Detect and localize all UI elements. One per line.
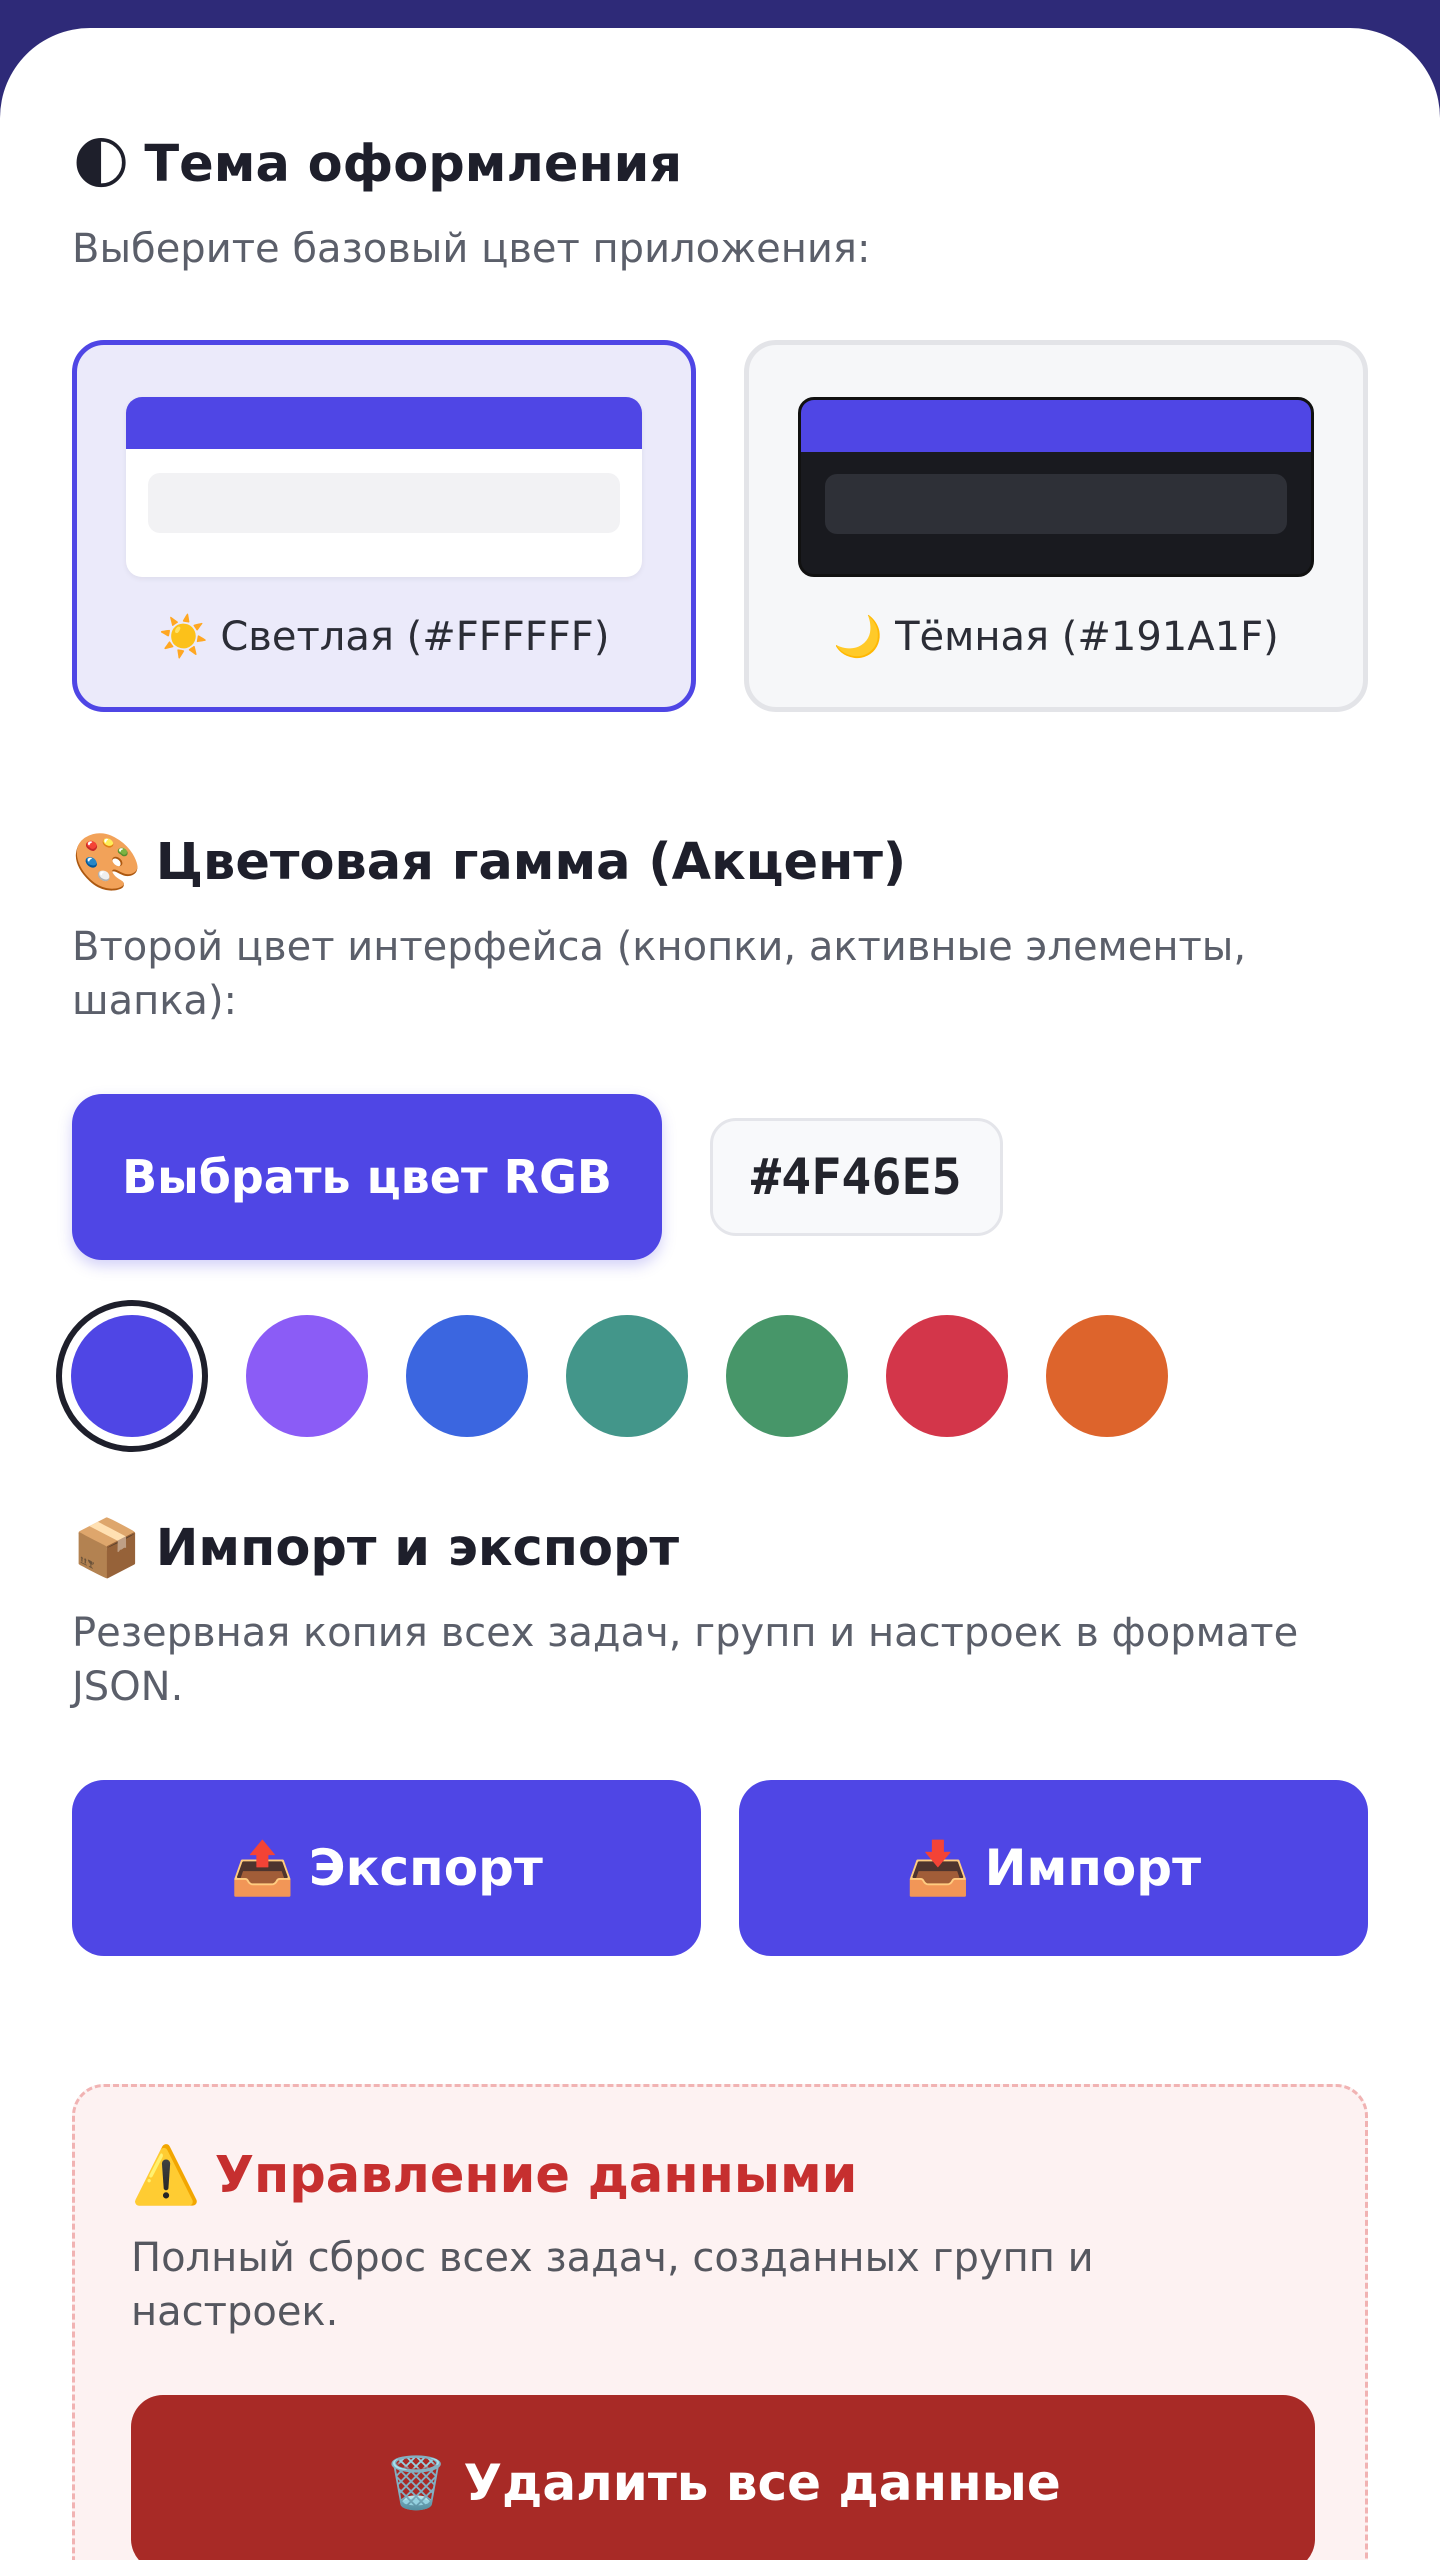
accent-swatch[interactable] [726, 1315, 848, 1437]
inbox-tray-icon: 📥 [905, 1838, 971, 1899]
accent-swatch[interactable] [566, 1315, 688, 1437]
preview-content-block [825, 474, 1287, 534]
pick-rgb-color-button[interactable]: Выбрать цвет RGB [72, 1094, 662, 1260]
theme-option-light[interactable]: ☀️ Светлая (#FFFFFF) [72, 340, 696, 712]
export-button-label: Экспорт [308, 1839, 543, 1897]
accent-hex-value: #4F46E5 [710, 1118, 1003, 1236]
import-button-label: Импорт [984, 1839, 1202, 1897]
accent-swatch[interactable] [886, 1315, 1008, 1437]
settings-sheet: 🌓 Тема оформления Выберите базовый цвет … [0, 28, 1440, 2560]
theme-light-label: Светлая (#FFFFFF) [220, 613, 610, 660]
import-export-title: 📦 Импорт и экспорт [72, 1514, 1368, 1584]
theme-dark-label: Тёмная (#191A1F) [895, 613, 1279, 660]
data-management-section: ⚠️ Управление данными Полный сброс всех … [72, 2084, 1368, 2560]
theme-option-label: 🌙 Тёмная (#191A1F) [833, 613, 1279, 661]
theme-title-text: Тема оформления [144, 135, 683, 194]
moon-half-icon: 🌓 [72, 132, 131, 197]
outbox-tray-icon: 📤 [230, 1838, 295, 1899]
theme-title: 🌓 Тема оформления [72, 130, 1368, 200]
accent-title-text: Цветовая гамма (Акцент) [155, 833, 907, 892]
accent-description: Второй цвет интерфейса (кнопки, активные… [72, 924, 1247, 1024]
dark-theme-preview [798, 397, 1314, 577]
delete-all-data-button[interactable]: 🗑️ Удалить все данные [131, 2395, 1315, 2560]
accent-swatch[interactable] [56, 1300, 208, 1452]
import-export-title-text: Импорт и экспорт [155, 1519, 680, 1578]
theme-description: Выберите базовый цвет приложения: [72, 226, 871, 272]
import-export-description: Резервная копия всех задач, групп и наст… [72, 1610, 1299, 1710]
data-management-description: Полный сброс всех задач, созданных групп… [131, 2235, 1094, 2335]
data-management-title-text: Управление данными [214, 2146, 858, 2205]
accent-title: 🎨 Цветовая гамма (Акцент) [72, 828, 1368, 898]
swatch-holder [246, 1300, 368, 1452]
palette-icon: 🎨 [72, 830, 142, 895]
import-button[interactable]: 📥 Импорт [739, 1780, 1368, 1956]
warning-icon: ⚠️ [131, 2143, 201, 2208]
swatch-holder [406, 1300, 528, 1452]
theme-option-dark[interactable]: 🌙 Тёмная (#191A1F) [744, 340, 1368, 712]
accent-swatch[interactable] [406, 1315, 528, 1437]
swatch-holder [566, 1300, 688, 1452]
import-export-buttons: 📤 Экспорт 📥 Импорт [72, 1780, 1368, 1956]
theme-section: 🌓 Тема оформления Выберите базовый цвет … [72, 130, 1368, 712]
package-icon: 📦 [72, 1516, 142, 1581]
swatch-holder [1046, 1300, 1168, 1452]
preview-header-bar [801, 400, 1311, 452]
accent-picker-row: Выбрать цвет RGB #4F46E5 [72, 1094, 1368, 1260]
swatch-holder [886, 1300, 1008, 1452]
theme-options: ☀️ Светлая (#FFFFFF) 🌙 Тёмная (#191A1F) [72, 340, 1368, 712]
import-export-section: 📦 Импорт и экспорт Резервная копия всех … [72, 1514, 1368, 1956]
data-management-title: ⚠️ Управление данными [131, 2141, 1309, 2211]
light-theme-preview [126, 397, 642, 577]
delete-all-data-label: Удалить все данные [463, 2454, 1061, 2512]
preview-header-bar [126, 397, 642, 449]
accent-swatch[interactable] [1046, 1315, 1168, 1437]
preview-content-block [148, 473, 620, 533]
theme-option-label: ☀️ Светлая (#FFFFFF) [158, 613, 610, 661]
accent-swatch[interactable] [246, 1315, 368, 1437]
trash-icon: 🗑️ [385, 2453, 448, 2512]
swatch-holder [56, 1300, 208, 1452]
swatch-holder [726, 1300, 848, 1452]
sun-icon: ☀️ [158, 614, 209, 660]
moon-icon: 🌙 [833, 614, 884, 660]
accent-swatches [56, 1300, 1368, 1452]
export-button[interactable]: 📤 Экспорт [72, 1780, 701, 1956]
accent-section: 🎨 Цветовая гамма (Акцент) Второй цвет ин… [56, 828, 1368, 1452]
